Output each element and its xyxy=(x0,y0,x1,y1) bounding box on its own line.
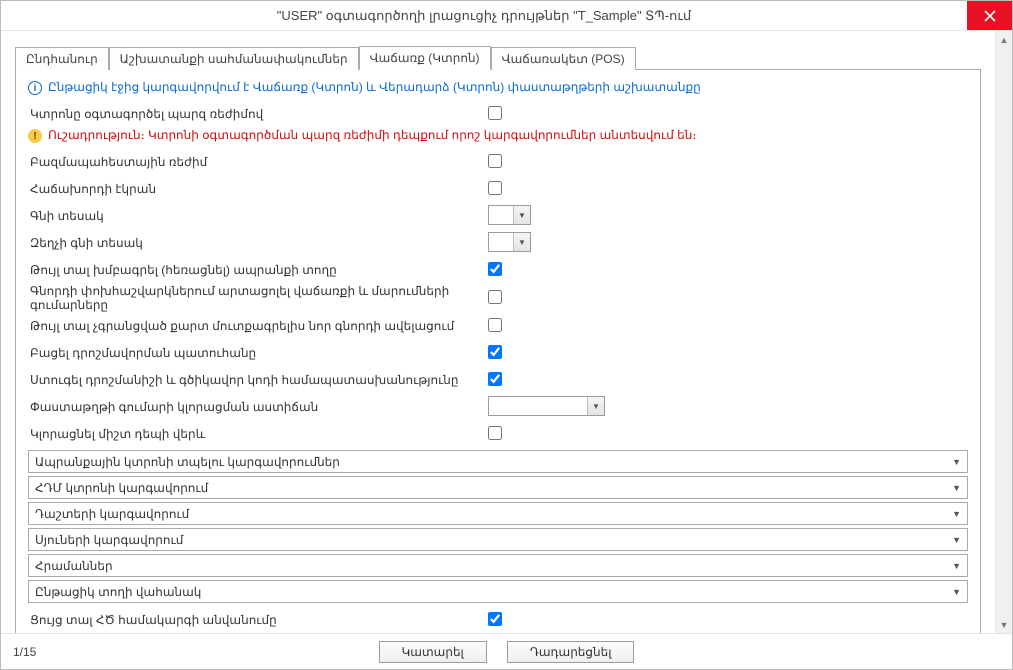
chevron-down-icon: ▼ xyxy=(587,397,604,415)
chevron-down-icon: ▼ xyxy=(513,233,530,251)
tab-label: Աշխատանքի սահմանափակումներ xyxy=(120,52,348,66)
label: Բացել դրոշմավորման պատուհանը xyxy=(28,346,488,360)
chevron-down-icon: ▼ xyxy=(952,535,961,545)
info-row: i Ընթացիկ էջից կարգավորվում է Վաճառք (Կտ… xyxy=(28,80,968,95)
label: Գնի տեսակ xyxy=(28,209,488,223)
scroll-up-icon[interactable]: ▲ xyxy=(996,31,1012,48)
cancel-button[interactable]: Դադարեցնել xyxy=(507,641,635,663)
label: Գնորդի փոխհաշվարկներում արտացոլել վաճառք… xyxy=(28,284,488,312)
label: Կլորացնել միշտ դեպի վերև xyxy=(28,427,488,441)
label: Հաճախորդի էկրան xyxy=(28,182,488,196)
tab-label: Ընդհանուր xyxy=(26,52,98,66)
group-label: Ընթացիկ տողի վահանակ xyxy=(35,585,952,599)
group-label: Հրամաններ xyxy=(35,559,952,573)
checkbox-open-stamp-window[interactable] xyxy=(488,345,502,359)
button-row: Կատարել Դադարեցնել xyxy=(1,641,1012,663)
select-price-type[interactable]: ▼ xyxy=(488,205,531,225)
group-label: Սյուների կարգավորում xyxy=(35,533,952,547)
group-label: Ապրանքային կտրոնի տպելու կարգավորումներ xyxy=(35,455,952,469)
tab-label: Վաճառք (Կտրոն) xyxy=(370,51,480,65)
ok-button[interactable]: Կատարել xyxy=(379,641,487,663)
window-title: "USER" օգտագործողի լրացուցիչ դրույթներ "… xyxy=(1,8,967,24)
row-doc-round-star: Փաստաթղթի գումարի կլորացման աստիճան ▼ xyxy=(28,394,968,420)
select-discount-price-type[interactable]: ▼ xyxy=(488,232,531,252)
group-hdm-settings[interactable]: ՀԴՄ կտրոնի կարգավորում ▼ xyxy=(28,476,968,499)
label: Թույլ տալ չգրանցված քարտ մուտքագրելիս նո… xyxy=(28,319,488,333)
checkbox-reflect-amounts[interactable] xyxy=(488,290,502,304)
close-button[interactable] xyxy=(967,1,1012,30)
group-columns-settings[interactable]: Սյուների կարգավորում ▼ xyxy=(28,528,968,551)
footer: 1/15 Կատարել Դադարեցնել xyxy=(1,633,1012,669)
chevron-down-icon: ▼ xyxy=(952,483,961,493)
window: "USER" օգտագործողի լրացուցիչ դրույթներ "… xyxy=(0,0,1013,670)
cancel-label: Դադարեցնել xyxy=(530,645,612,659)
row-simple-mode: Կտրոնը օգտագործել պարզ ռեժիմով xyxy=(28,101,968,127)
vertical-scrollbar[interactable]: ▲ ▼ xyxy=(995,31,1012,633)
row-show-system-name: Ցույց տալ ՀԾ համակարգի անվանումը xyxy=(28,607,968,633)
info-text: Ընթացիկ էջից կարգավորվում է Վաճառք (Կտրո… xyxy=(48,80,701,94)
client-area: Ընդհանուր Աշխատանքի սահմանափակումներ Վաճ… xyxy=(1,31,1012,633)
tab-panel: i Ընթացիկ էջից կարգավորվում է Վաճառք (Կտ… xyxy=(15,69,981,633)
label: Ցույց տալ ՀԾ համակարգի անվանումը xyxy=(28,613,488,627)
label: Բազմապահեստային ռեժիմ xyxy=(28,155,488,169)
label: Թույլ տալ խմբագրել (հեռացնել) ապրանքի տո… xyxy=(28,263,488,277)
label: Ստուգել դրոշմանիշի և գծիկավոր կոդի համապ… xyxy=(28,373,488,387)
tab-pos[interactable]: Վաճառակետ (POS) xyxy=(491,47,636,70)
warn-row: ! Ուշադրություն։ Կտրոնի օգտագործման պարզ… xyxy=(28,128,968,143)
checkbox-allow-unreg-card[interactable] xyxy=(488,318,502,332)
row-round-always-up: Կլորացնել միշտ դեպի վերև xyxy=(28,421,968,447)
row-check-stamp-code: Ստուգել դրոշմանիշի և գծիկավոր կոդի համապ… xyxy=(28,367,968,393)
chevron-down-icon: ▼ xyxy=(952,509,961,519)
group-commands[interactable]: Հրամաններ ▼ xyxy=(28,554,968,577)
group-fields-settings[interactable]: Դաշտերի կարգավորում ▼ xyxy=(28,502,968,525)
row-reflect-amounts: Գնորդի փոխհաշվարկներում արտացոլել վաճառք… xyxy=(28,284,968,312)
group-print-settings[interactable]: Ապրանքային կտրոնի տպելու կարգավորումներ … xyxy=(28,450,968,473)
warning-icon: ! xyxy=(28,129,42,143)
row-price-type: Գնի տեսակ ▼ xyxy=(28,203,968,229)
close-icon xyxy=(984,10,996,22)
checkbox-customer-screen[interactable] xyxy=(488,181,502,195)
label: Փաստաթղթի գումարի կլորացման աստիճան xyxy=(28,400,488,414)
row-allow-unreg-card: Թույլ տալ չգրանցված քարտ մուտքագրելիս նո… xyxy=(28,313,968,339)
label: Զեղչի գնի տեսակ xyxy=(28,236,488,250)
chevron-down-icon: ▼ xyxy=(952,587,961,597)
checkbox-round-always-up[interactable] xyxy=(488,426,502,440)
checkbox-allow-group-del[interactable] xyxy=(488,262,502,276)
ok-label: Կատարել xyxy=(402,645,464,659)
row-allow-group-del: Թույլ տալ խմբագրել (հեռացնել) ապրանքի տո… xyxy=(28,257,968,283)
group-label: Դաշտերի կարգավորում xyxy=(35,507,952,521)
row-discount-price-type: Զեղչի գնի տեսակ ▼ xyxy=(28,230,968,256)
tab-general[interactable]: Ընդհանուր xyxy=(15,47,109,70)
tab-restrictions[interactable]: Աշխատանքի սահմանափակումներ xyxy=(109,47,359,70)
tabstrip: Ընդհանուր Աշխատանքի սահմանափակումներ Վաճ… xyxy=(15,43,981,69)
tab-sale-ticket[interactable]: Վաճառք (Կտրոն) xyxy=(359,46,491,70)
checkbox-multi-store[interactable] xyxy=(488,154,502,168)
label-simple-mode: Կտրոնը օգտագործել պարզ ռեժիմով xyxy=(28,107,488,121)
chevron-down-icon: ▼ xyxy=(513,206,530,224)
row-multi-store: Բազմապահեստային ռեժիմ xyxy=(28,149,968,175)
warn-text: Ուշադրություն։ Կտրոնի օգտագործման պարզ ռ… xyxy=(48,128,696,142)
tab-label: Վաճառակետ (POS) xyxy=(502,52,625,66)
scroll-area: Ընդհանուր Աշխատանքի սահմանափակումներ Վաճ… xyxy=(1,31,995,633)
group-label: ՀԴՄ կտրոնի կարգավորում xyxy=(35,481,952,495)
group-current-row-panel[interactable]: Ընթացիկ տողի վահանակ ▼ xyxy=(28,580,968,603)
row-open-stamp-window: Բացել դրոշմավորման պատուհանը xyxy=(28,340,968,366)
info-icon: i xyxy=(28,81,42,95)
scroll-track[interactable] xyxy=(996,48,1012,616)
row-customer-screen: Հաճախորդի էկրան xyxy=(28,176,968,202)
scroll-down-icon[interactable]: ▼ xyxy=(996,616,1012,633)
select-doc-round-star[interactable]: ▼ xyxy=(488,396,605,416)
select-value xyxy=(489,397,587,415)
form-grid: Բազմապահեստային ռեժիմ Հաճախորդի էկրան Գն… xyxy=(28,149,968,447)
titlebar: "USER" օգտագործողի լրացուցիչ դրույթներ "… xyxy=(1,1,1012,31)
checkbox-show-system-name[interactable] xyxy=(488,612,502,626)
select-value xyxy=(489,233,513,251)
select-value xyxy=(489,206,513,224)
checkbox-simple-mode[interactable] xyxy=(488,106,502,120)
chevron-down-icon: ▼ xyxy=(952,561,961,571)
checkbox-check-stamp-code[interactable] xyxy=(488,372,502,386)
pager: 1/15 xyxy=(13,645,36,659)
chevron-down-icon: ▼ xyxy=(952,457,961,467)
